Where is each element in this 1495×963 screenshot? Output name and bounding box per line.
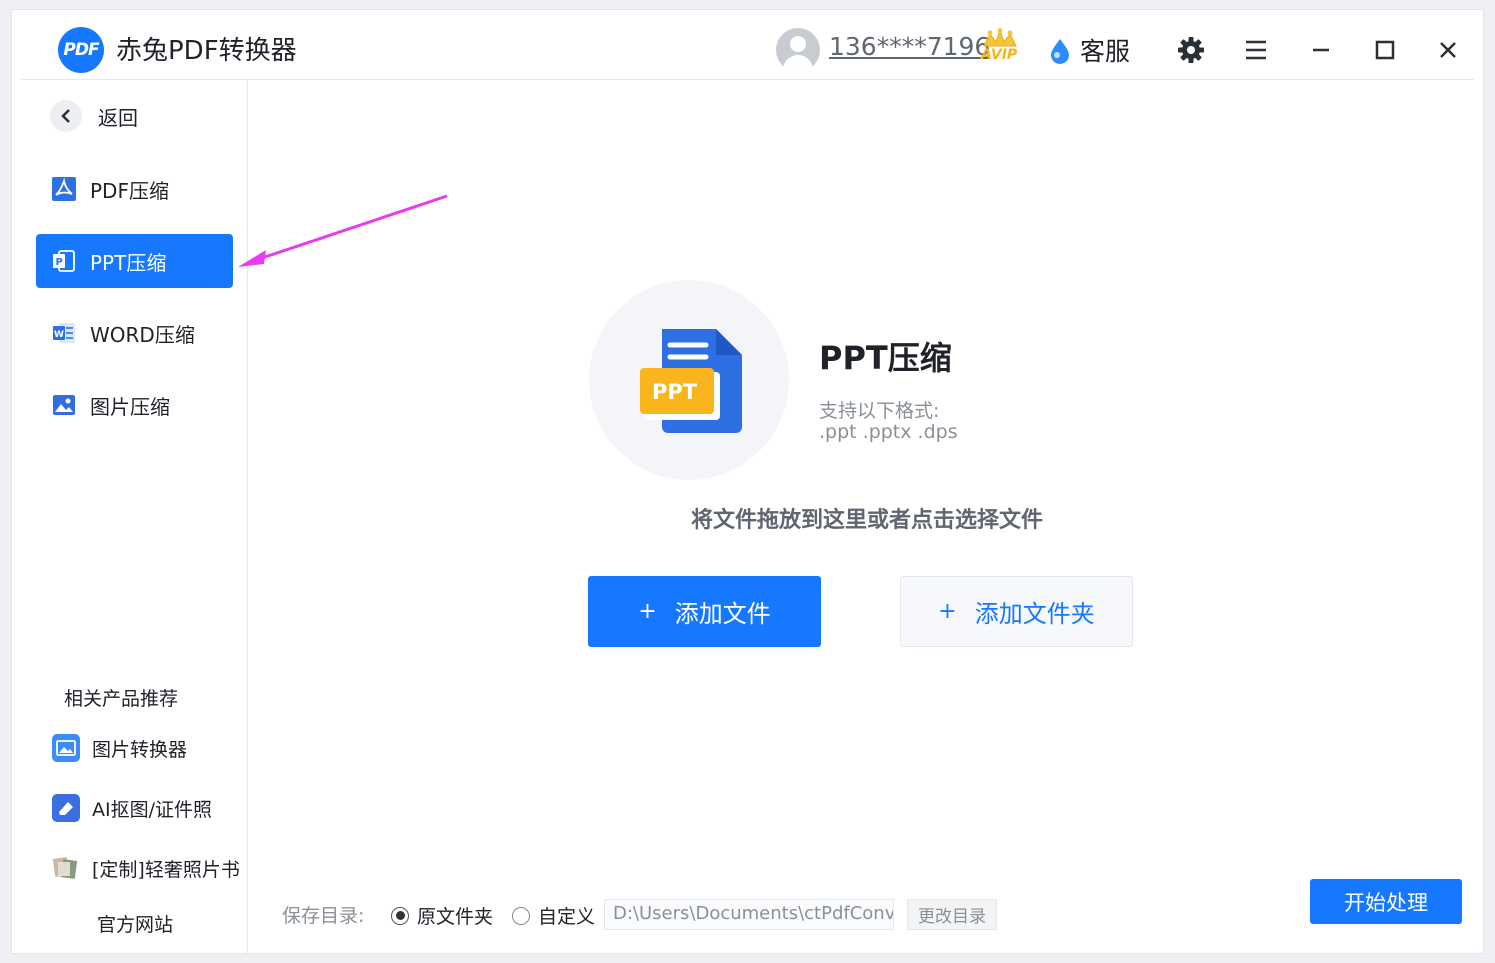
image-converter-icon — [52, 734, 80, 762]
start-button[interactable]: 开始处理 — [1310, 879, 1462, 924]
svg-text:W: W — [54, 330, 64, 340]
radio-label: 自定义 — [538, 906, 596, 928]
formats-list: .ppt .pptx .dps — [819, 421, 958, 443]
app-logo: PDF — [58, 27, 104, 73]
related-item-label: 图片转换器 — [92, 738, 188, 761]
related-item-image-converter[interactable]: 图片转换器 — [52, 734, 187, 762]
radio-label: 原文件夹 — [417, 906, 494, 928]
service-icon[interactable] — [1048, 38, 1072, 64]
related-item-ai-cutout[interactable]: AI抠图/证件照 — [52, 794, 212, 822]
sidebar-item-pdf-compress[interactable]: PDF压缩 — [36, 162, 233, 216]
image-icon — [53, 395, 75, 415]
official-site-link[interactable]: 官方网站 — [97, 910, 173, 937]
back-label: 返回 — [98, 105, 138, 130]
svg-text:P: P — [56, 257, 63, 268]
save-path-field[interactable]: D:\Users\Documents\ctPdfConv — [604, 899, 894, 930]
page-title: PPT压缩 — [819, 339, 952, 377]
radio-unchecked-icon — [512, 906, 530, 925]
sidebar: 返回 PDF压缩 P PPT压缩 W WORD压缩 图片压缩 相关产品推荐 图片… — [12, 80, 248, 955]
add-file-label: 添加文件 — [674, 600, 771, 628]
drop-hint: 将文件拖放到这里或者点击选择文件 — [690, 508, 1043, 533]
service-label[interactable]: 客服 — [1080, 32, 1130, 68]
photo-book-icon — [52, 857, 78, 879]
add-file-button[interactable]: + 添加文件 — [588, 576, 821, 647]
related-item-label: [定制]轻奢照片书 — [92, 858, 240, 881]
account-phone-link[interactable]: 136****7196 — [829, 32, 990, 61]
gear-icon[interactable] — [1175, 34, 1207, 66]
save-dir-label: 保存目录: — [282, 905, 365, 927]
sidebar-item-label: PPT压缩 — [90, 250, 167, 275]
sidebar-item-word-compress[interactable]: W WORD压缩 — [36, 306, 233, 360]
formats-label: 支持以下格式: — [819, 400, 940, 422]
minimize-icon[interactable] — [1305, 34, 1337, 66]
maximize-icon[interactable] — [1369, 34, 1401, 66]
close-icon[interactable] — [1432, 34, 1464, 66]
related-item-label: AI抠图/证件照 — [92, 798, 213, 821]
plus-icon: + — [938, 599, 957, 624]
ppt-icon: P — [53, 250, 75, 272]
main-dropzone[interactable]: PPT PPT压缩 支持以下格式: .ppt .pptx .dps 将文件拖放到… — [249, 80, 1485, 955]
related-item-photo-book[interactable]: [定制]轻奢照片书 — [52, 854, 240, 882]
sidebar-item-ppt-compress[interactable]: P PPT压缩 — [36, 234, 233, 288]
sidebar-item-label: 图片压缩 — [90, 394, 170, 419]
add-folder-button[interactable]: + 添加文件夹 — [900, 576, 1133, 647]
word-icon: W — [53, 323, 75, 343]
eraser-icon — [52, 794, 80, 822]
sidebar-item-label: WORD压缩 — [90, 322, 195, 347]
related-products-heading: 相关产品推荐 — [64, 688, 179, 710]
add-folder-label: 添加文件夹 — [974, 600, 1095, 628]
app-title: 赤兔PDF转换器 — [116, 36, 297, 66]
vip-badge: AVIP — [981, 47, 1018, 63]
sidebar-item-image-compress[interactable]: 图片压缩 — [36, 378, 233, 432]
menu-icon[interactable] — [1240, 34, 1272, 66]
sidebar-item-label: PDF压缩 — [90, 178, 169, 203]
radio-checked-icon — [391, 906, 409, 925]
radio-custom-folder[interactable]: 自定义 — [512, 902, 595, 929]
back-button[interactable]: 返回 — [50, 100, 138, 132]
plus-icon: + — [638, 599, 657, 624]
radio-original-folder[interactable]: 原文件夹 — [391, 902, 493, 929]
chevron-left-icon — [50, 100, 82, 132]
svg-text:PPT: PPT — [652, 380, 698, 404]
app-window: PDF 赤兔PDF转换器 136****7196 AVIP 客服 返回 PDF压… — [11, 9, 1485, 955]
pdf-icon — [52, 177, 76, 201]
user-avatar-icon[interactable] — [776, 28, 820, 72]
change-dir-button[interactable]: 更改目录 — [907, 899, 997, 930]
title-bar: PDF 赤兔PDF转换器 136****7196 AVIP 客服 — [12, 10, 1483, 80]
ppt-document-icon: PPT — [640, 329, 742, 433]
